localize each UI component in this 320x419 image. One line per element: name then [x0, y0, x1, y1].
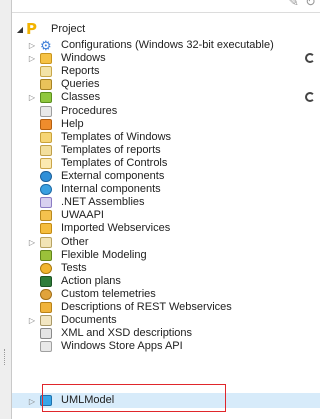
- project-tree: ◢ P Project ▷ ⚙ Configurations (Windows 32…: [12, 0, 320, 419]
- tests-icon: [40, 262, 52, 274]
- collapsed-arrow-icon[interactable]: ▷: [28, 314, 36, 327]
- tree-item[interactable]: Flexible Modeling: [12, 249, 320, 262]
- tree-item[interactable]: UWAAPI: [12, 209, 320, 222]
- tree-item-label: XML and XSD descriptions: [61, 327, 193, 340]
- store-api-icon: [40, 341, 52, 353]
- collapsed-arrow-icon[interactable]: ▷: [28, 39, 36, 52]
- procedure-icon: [40, 105, 52, 117]
- tree-item-label: Help: [61, 117, 84, 130]
- tree-item[interactable]: Templates of Controls: [12, 157, 320, 170]
- query-icon: [40, 79, 52, 91]
- tree-item-label: Queries: [61, 78, 100, 91]
- external-component-icon: [40, 171, 52, 182]
- collapsed-arrow-icon[interactable]: ▷: [28, 91, 36, 104]
- tree-item-label: Windows Store Apps API: [61, 340, 183, 353]
- uml-model-icon: [40, 395, 52, 406]
- documents-icon: [40, 315, 52, 327]
- window-template-icon: [40, 131, 52, 143]
- tree-item[interactable]: ▷ Other: [12, 236, 320, 249]
- tree-item[interactable]: Tests: [12, 262, 320, 275]
- tree-item-label: Documents: [61, 314, 117, 327]
- tree-item-label: Other: [61, 235, 89, 248]
- tree-item-label: Tests: [61, 261, 87, 274]
- tree-item[interactable]: Action plans: [12, 275, 320, 288]
- tree-item[interactable]: Procedures: [12, 105, 320, 118]
- windows-folder-icon: [40, 53, 52, 65]
- tree-item-label: Windows: [61, 52, 106, 65]
- tree-item[interactable]: Queries: [12, 78, 320, 91]
- tree-item-label: Project: [51, 23, 86, 35]
- tree-item-label: Procedures: [61, 104, 118, 117]
- internal-component-icon: [40, 184, 52, 196]
- tree-item[interactable]: Templates of Windows: [12, 131, 320, 144]
- webservice-icon: [40, 223, 52, 235]
- tree-item[interactable]: Help: [12, 118, 320, 131]
- tree-item-selected[interactable]: ▷ UMLModel: [12, 393, 320, 408]
- left-gutter: [0, 0, 11, 419]
- xml-icon: [40, 328, 52, 340]
- tree-item-label: .NET Assemblies: [61, 196, 145, 209]
- collapsed-arrow-icon[interactable]: ▷: [28, 236, 36, 249]
- tree-item-label: UWAAPI: [61, 209, 104, 222]
- tree-item[interactable]: Imported Webservices: [12, 222, 320, 235]
- rest-webservice-icon: [40, 302, 52, 313]
- tree-item[interactable]: ▷ Documents: [12, 314, 320, 327]
- splitter-grip[interactable]: [4, 349, 7, 365]
- net-assembly-icon: [40, 197, 52, 209]
- tree-item[interactable]: Templates of reports: [12, 144, 320, 157]
- tree-item-label: UMLModel: [61, 394, 115, 406]
- tree-item[interactable]: External components: [12, 170, 320, 183]
- tree-item-label: Imported Webservices: [61, 222, 171, 235]
- tree-item[interactable]: Windows Store Apps API: [12, 340, 320, 353]
- flexible-modeling-icon: [40, 249, 52, 261]
- tree-item[interactable]: ▷ Windows: [12, 52, 320, 65]
- tree-item-label: Configurations (Windows 32-bit executabl…: [61, 39, 274, 51]
- tree-item[interactable]: Descriptions of REST Webservices: [12, 301, 320, 314]
- tree-item-label: Internal components: [61, 183, 161, 196]
- control-template-icon: [40, 157, 52, 169]
- collapsed-arrow-icon[interactable]: ▷: [28, 394, 36, 407]
- tree-item[interactable]: .NET Assemblies: [12, 196, 320, 209]
- collapsed-arrow-icon[interactable]: ▷: [28, 52, 36, 65]
- sync-status-icon: [305, 53, 315, 64]
- tree-item-label: Templates of Controls: [61, 156, 168, 169]
- project-icon: P: [26, 20, 37, 38]
- uwaapi-icon: [40, 210, 52, 222]
- project-explorer-panel: ✎ ↻ ◢ P Project ▷ ⚙ Configurations (Window…: [11, 0, 320, 419]
- help-icon: [40, 118, 52, 130]
- tree-item[interactable]: XML and XSD descriptions: [12, 327, 320, 340]
- tree-item-label: Templates of Windows: [61, 130, 172, 143]
- tree-item-label: Descriptions of REST Webservices: [61, 301, 232, 313]
- tree-item[interactable]: Internal components: [12, 183, 320, 196]
- tree-item-label: Classes: [61, 91, 101, 104]
- tree-item-label: Custom telemetries: [61, 287, 156, 300]
- tree-item-label: External components: [61, 170, 165, 182]
- tree-item-label: Reports: [61, 65, 100, 78]
- sync-status-icon: [305, 92, 315, 103]
- tree-item-label: Action plans: [61, 274, 121, 287]
- report-icon: [40, 66, 52, 78]
- action-plan-icon: [40, 275, 52, 287]
- tree-root-project[interactable]: ◢ P Project: [12, 20, 320, 38]
- tree-item-label: Flexible Modeling: [61, 248, 147, 261]
- report-template-icon: [40, 144, 52, 156]
- gear-icon: ⚙: [40, 38, 52, 53]
- expanded-arrow-icon[interactable]: ◢: [16, 23, 24, 36]
- tree-item-label: Templates of reports: [61, 143, 161, 156]
- tree-item[interactable]: Custom telemetries: [12, 288, 320, 301]
- tree-item[interactable]: Reports: [12, 65, 320, 78]
- class-icon: [40, 92, 52, 104]
- tree-item[interactable]: ▷ Classes: [12, 91, 320, 104]
- other-icon: [40, 236, 52, 248]
- telemetry-icon: [40, 288, 52, 300]
- tree-item[interactable]: ▷ ⚙ Configurations (Windows 32-bit executa…: [12, 39, 320, 52]
